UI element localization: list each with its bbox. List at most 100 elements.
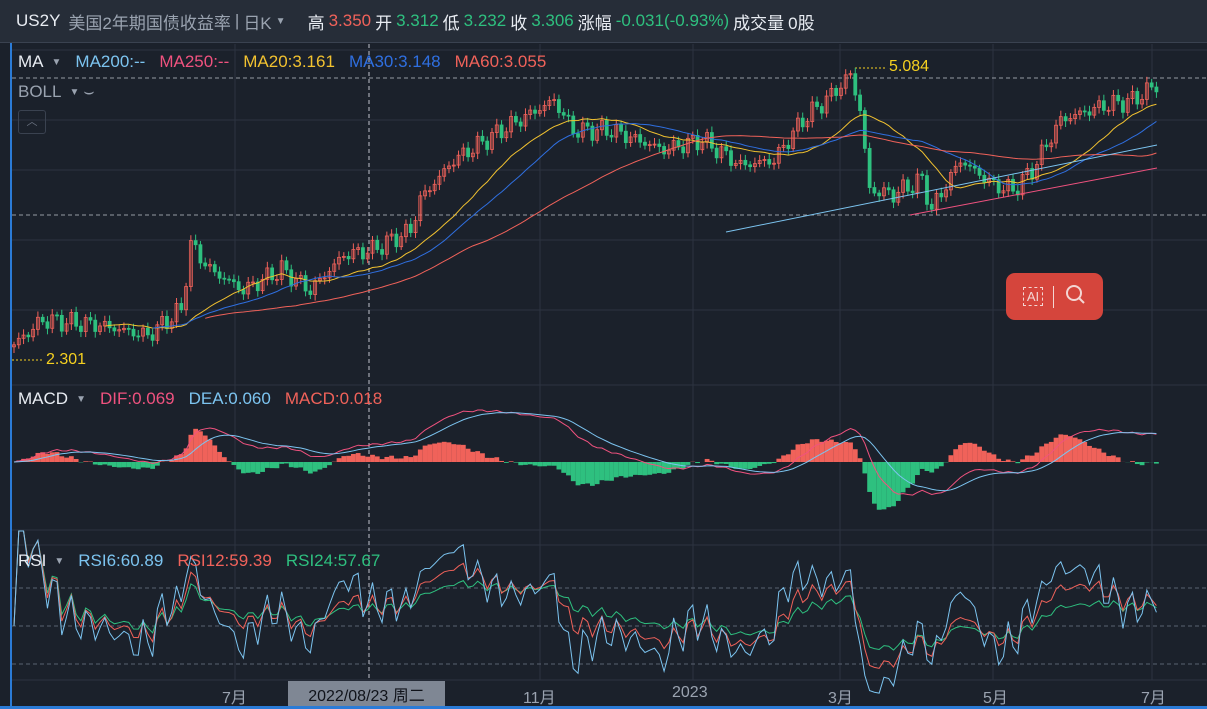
macd-bar xyxy=(121,462,127,468)
macd-bar xyxy=(398,458,404,462)
macd-bar xyxy=(977,446,982,462)
candle xyxy=(729,150,733,166)
candle xyxy=(1044,144,1049,148)
candle xyxy=(862,110,867,149)
macd-bar xyxy=(523,462,528,465)
boll-legend: BOLL ▼ ⌣ xyxy=(18,82,95,102)
macd-bar xyxy=(484,457,490,462)
macd-bar xyxy=(848,442,853,462)
chart-canvas[interactable] xyxy=(0,0,1207,709)
chevron-down-icon[interactable]: ▼ xyxy=(54,556,64,567)
macd-bar xyxy=(245,462,251,473)
candle xyxy=(480,135,485,142)
macd-bar xyxy=(814,439,820,462)
candle xyxy=(977,167,982,176)
candle xyxy=(800,117,805,128)
min-price-label: 2.301 xyxy=(46,351,87,368)
candle xyxy=(1135,91,1140,105)
macd-bar xyxy=(556,462,562,470)
macd-bar xyxy=(360,455,366,462)
macd-bar xyxy=(1096,448,1102,462)
candle xyxy=(308,290,313,295)
ma-indicator-select[interactable]: MA xyxy=(18,52,44,72)
macd-bar xyxy=(781,455,786,462)
macd-bar xyxy=(766,462,772,464)
macd-bar xyxy=(719,462,724,464)
macd-bar xyxy=(92,462,98,465)
macd-bar xyxy=(408,457,414,462)
macd-bar xyxy=(460,444,466,462)
max-price-label: 5.084 xyxy=(889,58,930,75)
ai-icon[interactable]: AI xyxy=(1022,287,1044,306)
macd-bar xyxy=(59,456,65,462)
macd-bar xyxy=(470,451,476,462)
macd-bar xyxy=(312,462,318,472)
macd-bar xyxy=(1005,459,1011,462)
ai-search-widget[interactable]: AI xyxy=(1006,273,1103,320)
macd-bar xyxy=(910,462,916,484)
rsi-indicator-select[interactable]: RSI xyxy=(18,551,46,571)
macd-bar xyxy=(580,462,586,485)
collapse-button[interactable]: ︿ xyxy=(18,110,46,134)
macd-bar xyxy=(785,454,791,462)
macd-bar xyxy=(68,456,74,462)
candle xyxy=(59,315,64,332)
candle xyxy=(1063,116,1068,122)
eye-closed-icon[interactable]: ⌣ xyxy=(83,82,94,102)
macd-bar xyxy=(413,455,418,462)
chevron-up-icon: ︿ xyxy=(26,116,38,128)
macd-bar xyxy=(437,442,442,462)
candle xyxy=(514,116,518,123)
macd-bar xyxy=(623,462,629,478)
macd-bar xyxy=(967,442,973,462)
macd-bar xyxy=(685,462,691,465)
left-border xyxy=(10,43,12,709)
candle xyxy=(303,275,308,292)
candle xyxy=(93,319,98,332)
chevron-down-icon[interactable]: ▼ xyxy=(76,394,86,405)
macd-bar xyxy=(341,456,347,462)
macd-bar xyxy=(819,441,825,462)
macd-bar xyxy=(513,462,519,463)
candle xyxy=(26,334,31,338)
candle xyxy=(767,159,772,165)
macd-bar xyxy=(499,460,504,462)
candle xyxy=(212,264,217,273)
macd-bar xyxy=(747,462,753,469)
candle xyxy=(222,277,227,280)
candle xyxy=(566,114,571,117)
crosshair-date-label: 2022/08/23 周二 xyxy=(288,681,445,707)
macd-bar xyxy=(202,435,208,462)
macd-bar xyxy=(618,462,624,477)
candle xyxy=(604,120,609,136)
macd-bar xyxy=(958,444,963,462)
chevron-down-icon[interactable]: ▼ xyxy=(69,87,79,98)
macd-bar xyxy=(891,462,896,507)
macd-bar xyxy=(771,462,777,464)
macd-bar xyxy=(379,459,385,462)
candle xyxy=(518,121,523,127)
candle xyxy=(972,165,977,169)
macd-indicator-select[interactable]: MACD xyxy=(18,389,68,409)
macd-bar xyxy=(1024,455,1030,462)
rsi12-value: RSI12:59.39 xyxy=(177,551,272,570)
trend-line xyxy=(725,144,1158,233)
candle xyxy=(40,316,45,323)
macd-bar xyxy=(962,443,968,462)
candle xyxy=(891,189,896,203)
chevron-down-icon[interactable]: ▼ xyxy=(52,57,62,68)
macd-bar xyxy=(742,462,748,469)
macd-bar xyxy=(116,462,122,468)
macd-bar xyxy=(948,455,954,462)
macd-bar xyxy=(1154,462,1159,464)
search-icon[interactable] xyxy=(1064,283,1086,310)
macd-bar xyxy=(250,462,256,473)
boll-indicator-select[interactable]: BOLL xyxy=(18,82,61,102)
macd-bar xyxy=(1091,447,1097,462)
ma20-value: MA20:3.161 xyxy=(243,52,335,71)
macd-bar xyxy=(317,462,323,470)
macd-bar xyxy=(370,454,375,462)
candle xyxy=(786,144,791,149)
candle xyxy=(877,192,882,197)
candle xyxy=(858,94,862,111)
